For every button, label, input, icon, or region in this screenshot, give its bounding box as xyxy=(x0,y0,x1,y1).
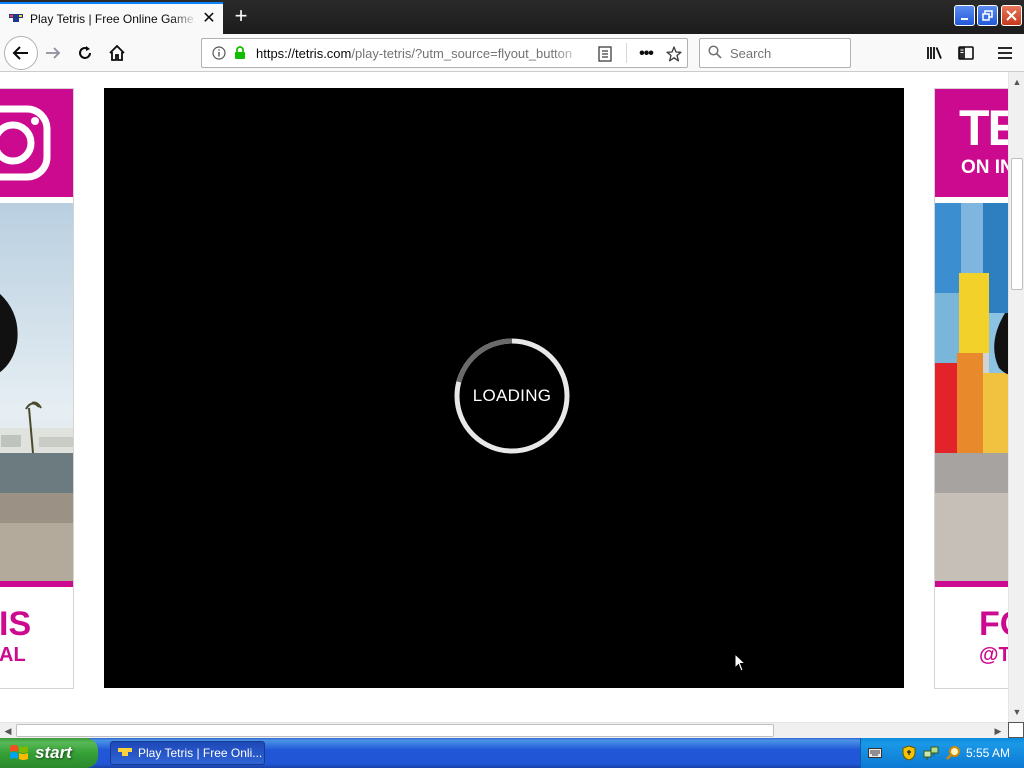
new-tab-button[interactable]: + xyxy=(228,4,254,30)
site-info-icon[interactable] xyxy=(208,42,230,64)
tab-close-icon[interactable]: ✕ xyxy=(201,11,217,27)
mouse-cursor-icon xyxy=(734,653,746,672)
back-button[interactable] xyxy=(4,36,38,70)
sidebar-icon xyxy=(958,46,974,60)
left-ad-promo-line-1: IS xyxy=(0,605,32,643)
reader-view-icon[interactable] xyxy=(594,43,616,65)
tetris-favicon-icon xyxy=(8,11,24,27)
page-actions-menu-icon[interactable]: ••• xyxy=(635,43,657,65)
url-host: https://tetris.com xyxy=(256,45,352,61)
taskbar: start Play Tetris | Free Onli... 5:55 AM xyxy=(0,738,1024,768)
library-icon xyxy=(927,47,942,59)
right-ad-banner[interactable]: TETRIS ON IN FO @TE xyxy=(934,88,1008,689)
scroll-right-arrow-icon[interactable]: ▶ xyxy=(990,723,1006,739)
reload-button[interactable] xyxy=(70,38,100,68)
right-ad-brand-subline: ON IN xyxy=(961,157,1008,178)
home-button[interactable] xyxy=(102,38,132,68)
system-clock[interactable]: 5:55 AM xyxy=(966,746,1010,760)
right-ad-divider xyxy=(935,581,1008,587)
search-icon xyxy=(708,44,722,62)
horizontal-scrollbar[interactable]: ◀ ▶ xyxy=(0,722,1008,738)
search-bar[interactable] xyxy=(699,38,851,68)
window-restore-button[interactable] xyxy=(977,5,998,26)
browser-tab-strip: Play Tetris | Free Online Game | Tetris … xyxy=(0,0,1024,34)
sidebar-button[interactable] xyxy=(951,38,981,68)
taskbar-item-firefox[interactable]: Play Tetris | Free Onli... xyxy=(110,741,265,765)
instagram-icon xyxy=(0,105,51,181)
loading-label: LOADING xyxy=(472,386,552,405)
keyboard-icon[interactable] xyxy=(867,745,883,761)
magnifier-icon[interactable] xyxy=(945,745,961,761)
windows-logo-icon xyxy=(10,745,28,760)
secure-lock-icon[interactable] xyxy=(232,45,248,61)
url-path: /play-tetris/?utm_source=flyout_button xyxy=(351,45,573,61)
url-text[interactable]: https://tetris.com/play-tetris/?utm_sour… xyxy=(256,46,586,61)
start-button[interactable]: start xyxy=(0,738,98,768)
start-label: start xyxy=(35,743,72,762)
reload-icon xyxy=(79,46,91,59)
right-ad-promo-line-2: @TE xyxy=(979,644,1008,666)
page-viewport: IS AL LOADING TETRIS ON IN xyxy=(0,72,1008,722)
search-input[interactable] xyxy=(730,45,840,61)
window-close-button[interactable] xyxy=(1001,5,1022,26)
tetris-favicon-icon xyxy=(118,748,132,756)
tab-title: Play Tetris | Free Online Game | Tetris xyxy=(30,12,197,26)
tetris-game-canvas[interactable]: LOADING xyxy=(104,88,904,688)
window-minimize-button[interactable] xyxy=(954,5,975,26)
left-ad-promo-line-2: AL xyxy=(0,644,26,666)
urlbar-separator xyxy=(626,43,627,63)
library-button[interactable] xyxy=(920,38,950,68)
hamburger-menu-icon xyxy=(998,47,1012,59)
forward-arrow-icon xyxy=(46,47,61,59)
vertical-scroll-thumb[interactable] xyxy=(1011,158,1023,290)
left-ad-banner[interactable]: IS AL xyxy=(0,88,74,689)
home-icon xyxy=(109,45,125,61)
back-arrow-icon xyxy=(12,46,28,60)
scroll-down-arrow-icon[interactable]: ▼ xyxy=(1009,704,1024,720)
scrollbar-corner xyxy=(1008,722,1024,738)
right-ad-header: TETRIS ON IN xyxy=(935,89,1008,197)
hamburger-menu-button[interactable] xyxy=(990,38,1020,68)
network-icon[interactable] xyxy=(923,745,939,761)
taskbar-item-label: Play Tetris | Free Onli... xyxy=(138,746,263,760)
scroll-left-arrow-icon[interactable]: ◀ xyxy=(0,723,16,739)
scroll-up-arrow-icon[interactable]: ▲ xyxy=(1009,74,1024,90)
right-ad-promo-line-1: FO xyxy=(979,605,1008,643)
right-ad-brand: TETRIS xyxy=(959,100,1008,156)
forward-button[interactable] xyxy=(38,38,68,68)
left-ad-header xyxy=(0,89,73,197)
navigation-toolbar: https://tetris.com/play-tetris/?utm_sour… xyxy=(0,34,1024,72)
vertical-scrollbar[interactable]: ▲ ▼ xyxy=(1008,72,1024,722)
address-bar[interactable]: https://tetris.com/play-tetris/?utm_sour… xyxy=(201,38,688,68)
bookmark-star-icon[interactable] xyxy=(663,43,685,65)
security-shield-icon[interactable] xyxy=(901,745,917,761)
horizontal-scroll-thumb[interactable] xyxy=(16,724,774,737)
left-ad-divider xyxy=(0,581,73,587)
right-ad-photo xyxy=(935,203,1008,581)
left-ad-photo xyxy=(0,203,73,581)
system-tray: 5:55 AM xyxy=(860,738,1024,768)
tab-play-tetris[interactable]: Play Tetris | Free Online Game | Tetris … xyxy=(0,2,223,34)
